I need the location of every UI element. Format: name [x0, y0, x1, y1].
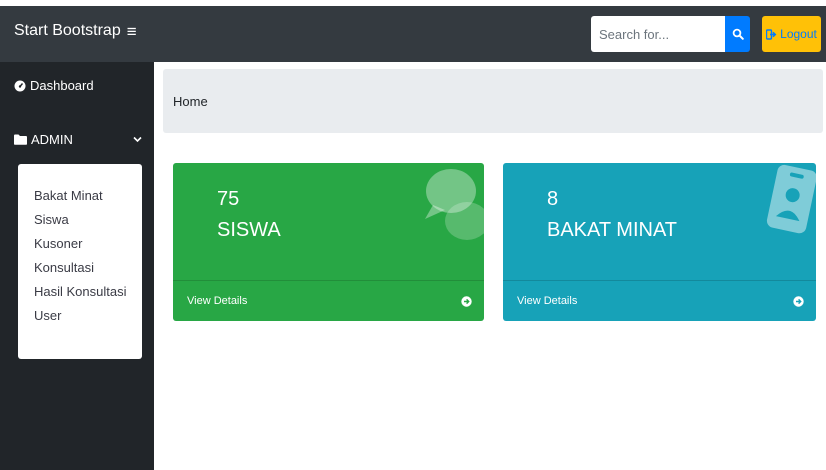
sidebar-item-admin[interactable]: ADMIN — [14, 132, 142, 147]
sign-out-icon — [766, 28, 777, 40]
siswa-view-details[interactable]: View Details — [173, 280, 484, 321]
bakat-minat-label: BAKAT MINAT — [547, 219, 678, 241]
siswa-label: SISWA — [217, 219, 281, 241]
bakat-minat-view-details[interactable]: View Details — [503, 280, 816, 321]
search-icon — [732, 28, 744, 40]
submenu-item-kusoner[interactable]: Kusoner — [18, 232, 142, 256]
submenu-item-bakat-minat[interactable]: Bakat Minat — [18, 184, 142, 208]
search-input[interactable]: Search for... — [591, 16, 725, 52]
view-details-label: View Details — [187, 295, 248, 307]
submenu-item-hasil-konsultasi[interactable]: Hasil Konsultasi — [18, 280, 142, 304]
folder-icon — [14, 134, 27, 145]
logout-button[interactable]: Logout — [762, 16, 821, 52]
sidebar-item-label: Dashboard — [30, 78, 94, 93]
submenu-item-siswa[interactable]: Siswa — [18, 208, 142, 232]
bakat-minat-card: 8 BAKAT MINAT View Details — [503, 163, 816, 321]
chevron-down-icon[interactable] — [133, 136, 142, 143]
navbar-brand[interactable]: Start Bootstrap ≡ — [14, 22, 137, 40]
logout-label: Logout — [780, 27, 817, 41]
bakat-minat-count: 8 — [547, 188, 559, 210]
sidebar-item-label: ADMIN — [31, 132, 73, 147]
submenu-item-user[interactable]: User — [18, 304, 142, 328]
arrow-circle-right-icon — [461, 295, 472, 307]
id-badge-icon — [766, 164, 816, 234]
admin-submenu: Bakat Minat Siswa Kusoner Konsultasi Has… — [18, 164, 142, 359]
search-placeholder: Search for... — [599, 26, 670, 42]
comments-icon — [425, 169, 484, 240]
top-strip — [0, 0, 826, 6]
card-body: 75 SISWA — [173, 163, 484, 279]
siswa-card: 75 SISWA View Details — [173, 163, 484, 321]
arrow-circle-right-icon — [793, 295, 804, 307]
top-navbar: Start Bootstrap ≡ Search for... Logout — [0, 0, 826, 62]
siswa-count: 75 — [217, 188, 240, 210]
breadcrumb: Home — [163, 69, 823, 133]
sidebar-item-dashboard[interactable]: Dashboard — [14, 78, 94, 93]
view-details-label: View Details — [517, 295, 578, 307]
main-content: Home 75 SISWA View Details 8 BAKAT MINAT… — [154, 62, 826, 470]
card-body: 8 BAKAT MINAT — [503, 163, 816, 279]
brand-label: Start Bootstrap — [14, 22, 121, 39]
sidebar: Dashboard ADMIN Bakat Minat Siswa Kusone… — [0, 62, 154, 470]
breadcrumb-home[interactable]: Home — [173, 94, 208, 109]
search-button[interactable] — [725, 16, 750, 52]
menu-toggle-icon[interactable]: ≡ — [127, 23, 137, 40]
submenu-item-konsultasi[interactable]: Konsultasi — [18, 256, 142, 280]
dashboard-icon — [14, 80, 26, 91]
